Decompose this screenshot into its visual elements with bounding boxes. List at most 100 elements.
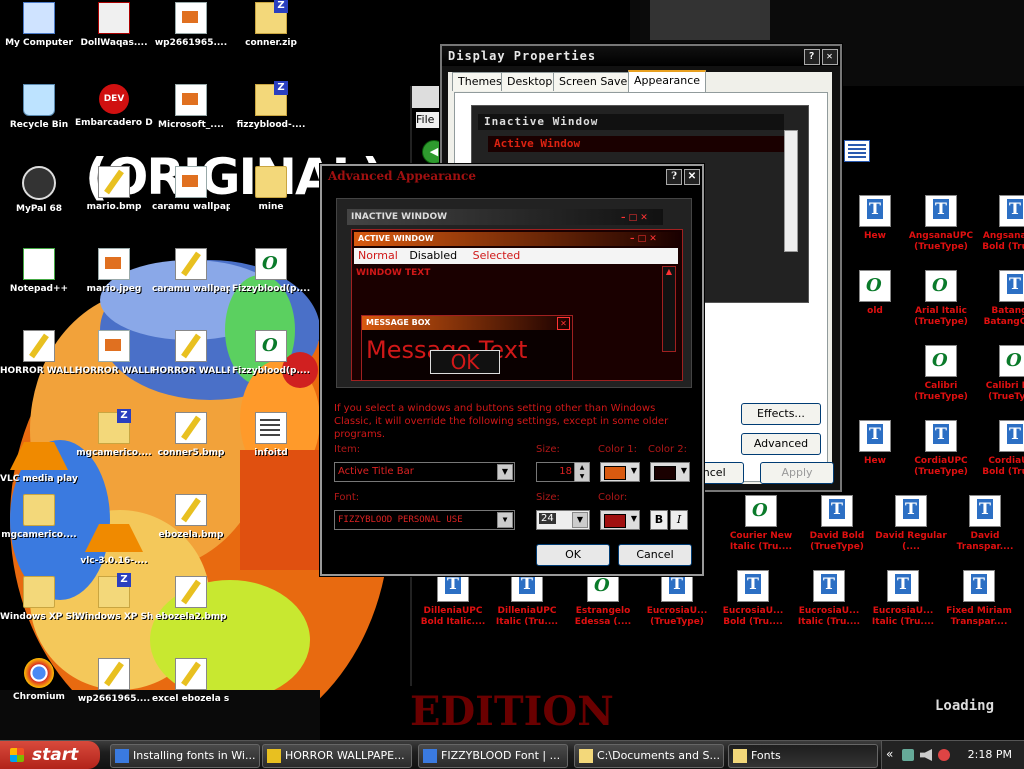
italic-button[interactable]: I — [670, 510, 688, 530]
font-file-item[interactable]: Courier New Italic (Tru.... — [724, 495, 798, 561]
font-t-icon — [737, 570, 769, 602]
text-file-icon — [255, 412, 287, 444]
font-color-picker[interactable]: ▼ — [600, 510, 640, 530]
font-file-item[interactable]: Calibri (TrueType) — [904, 345, 978, 411]
desktop-icon[interactable]: Windows XP Shipping Tool — [0, 576, 78, 642]
desktop-icon[interactable]: mgcamerico.... — [75, 409, 153, 478]
network-icon[interactable] — [902, 749, 914, 761]
view-details-icon[interactable] — [844, 140, 870, 162]
desktop-icon[interactable]: mgcamerico.... — [0, 494, 78, 560]
desktop-icon[interactable]: caramu wallpaper.... — [152, 248, 230, 314]
tray-expand-icon[interactable]: « — [886, 747, 893, 761]
desktop-icon[interactable]: excel ebozela smoking.o.... — [152, 658, 230, 724]
desktop-icon[interactable]: Fizzyblood(p.... — [232, 248, 310, 314]
desktop-icon[interactable]: Windows XP Shipping.... — [75, 573, 153, 642]
desktop-icon[interactable]: HORROR WALLPAP.... — [152, 330, 230, 396]
desktop-icon[interactable]: wp2661965.... — [152, 2, 230, 68]
desktop-icon[interactable]: Microsoft_.... — [152, 84, 230, 150]
font-file-item[interactable]: Hew — [838, 195, 912, 261]
tab-themes[interactable]: Themes — [452, 72, 508, 91]
desktop-icon[interactable]: My Computer — [0, 2, 78, 68]
apply-button[interactable]: Apply — [760, 462, 834, 484]
file-menu[interactable]: File — [416, 112, 442, 128]
color2-picker[interactable]: ▼ — [650, 462, 690, 482]
font-file-item[interactable]: EucrosiaU... (TrueType) — [640, 570, 714, 636]
font-file-item[interactable]: Calibri Bold (TrueType) — [978, 345, 1024, 411]
tab-desktop[interactable]: Desktop — [501, 72, 559, 91]
volume-icon[interactable] — [920, 749, 932, 761]
desktop-icon-label: VLC media player — [0, 474, 78, 484]
tab-screen-saver[interactable]: Screen Saver — [553, 72, 638, 91]
font-file-label: Batang & BatangCh.... — [983, 306, 1024, 327]
font-select[interactable]: FIZZYBLOOD PERSONAL USE ▼ — [334, 510, 515, 530]
desktop-icon[interactable]: infoitd — [232, 412, 310, 478]
font-file-item[interactable]: EucrosiaU... Italic (Tru.... — [792, 570, 866, 636]
desktop-icon[interactable]: HORROR WALLPAPE.... — [75, 330, 153, 396]
size-input[interactable]: 18 — [536, 462, 576, 482]
font-file-item[interactable]: Batang & BatangCh.... — [978, 270, 1024, 336]
font-file-item[interactable]: DilleniaUPC Bold Italic.... — [416, 570, 490, 636]
font-file-item[interactable]: EucrosiaU... Italic (Tru.... — [866, 570, 940, 636]
help-icon[interactable]: ? — [666, 169, 682, 185]
font-file-item[interactable]: AngsanaUPC Bold (True.... — [978, 195, 1024, 261]
advanced-button[interactable]: Advanced — [741, 433, 821, 455]
font-file-item[interactable]: David Regular (.... — [874, 495, 948, 561]
desktop-icon[interactable]: Recycle Bin — [0, 84, 78, 150]
size-spinner[interactable]: ▲ ▼ — [574, 462, 590, 482]
ok-button[interactable]: OK — [536, 544, 610, 566]
taskbar-item[interactable]: C:\Documents and S... — [574, 744, 724, 768]
desktop-icon[interactable]: Chromium — [0, 658, 78, 724]
item-select[interactable]: Active Title Bar ▼ — [334, 462, 515, 482]
color1-picker[interactable]: ▼ — [600, 462, 640, 482]
clock[interactable]: 2:18 PM — [968, 748, 1012, 761]
chevron-down-icon[interactable]: ▼ — [572, 512, 588, 528]
taskbar-item[interactable]: FIZZYBLOOD Font | ... — [418, 744, 568, 768]
font-file-item[interactable]: CordiaUPC Bold (True.... — [978, 420, 1024, 486]
chevron-down-icon[interactable]: ▼ — [497, 464, 513, 480]
font-file-item[interactable]: CordiaUPC (TrueType) — [904, 420, 978, 486]
font-size-select[interactable]: 24 ▼ — [536, 510, 590, 530]
help-icon[interactable]: ? — [804, 49, 820, 65]
desktop-icon[interactable]: Fizzyblood(p.... — [232, 330, 310, 396]
start-button[interactable]: start — [0, 741, 100, 769]
desktop-icon[interactable]: ebozela.bmp — [152, 494, 230, 560]
desktop-icon[interactable]: VLC media player — [0, 412, 78, 484]
desktop-icon[interactable]: ebozela2.bmp — [152, 576, 230, 642]
preview-inactive-window: Inactive Window — [478, 114, 784, 130]
bold-button[interactable]: B — [650, 510, 668, 530]
taskbar-item[interactable]: Fonts — [728, 744, 878, 768]
close-icon[interactable]: ✕ — [684, 169, 700, 185]
desktop-icon[interactable]: DollWaqas.... — [75, 2, 153, 68]
desktop-icon[interactable]: fizzyblood-.... — [232, 81, 310, 150]
font-file-item[interactable]: Hew — [838, 420, 912, 486]
taskbar-item[interactable]: Installing fonts in Wi... — [110, 744, 260, 768]
font-file-item[interactable]: David Transpar.... — [948, 495, 1022, 561]
tab-appearance[interactable]: Appearance — [628, 70, 707, 93]
desktop-icon[interactable]: vlc-3.0.16-.... — [75, 494, 153, 566]
taskbar-item[interactable]: HORROR WALLPAPE... — [262, 744, 412, 768]
effects-button[interactable]: Effects... — [741, 403, 821, 425]
desktop-icon[interactable]: conner.zip — [232, 0, 310, 68]
font-file-item[interactable]: AngsanaUPC (TrueType) — [904, 195, 978, 261]
desktop-icon[interactable]: conner5.bmp — [152, 412, 230, 478]
desktop-icon[interactable]: Notepad++ — [0, 248, 78, 314]
desktop-icon[interactable]: mine — [232, 166, 310, 232]
desktop-icon[interactable]: caramu wallpaper.... — [152, 166, 230, 232]
close-icon[interactable]: ✕ — [822, 49, 838, 65]
security-icon[interactable] — [938, 749, 950, 761]
font-file-item[interactable]: Estrangelo Edessa (.... — [566, 570, 640, 636]
desktop-icon[interactable]: HORROR WALLPAPE.... — [0, 330, 78, 396]
desktop-icon[interactable]: mario.bmp — [75, 166, 153, 232]
desktop-icon[interactable]: DEV Embarcadero Dev-C++ — [75, 84, 153, 150]
desktop-icon[interactable]: wp2661965.... — [75, 658, 153, 724]
font-file-item[interactable]: old — [838, 270, 912, 336]
cancel-button[interactable]: Cancel — [618, 544, 692, 566]
font-file-item[interactable]: DilleniaUPC Italic (Tru.... — [490, 570, 564, 636]
desktop-icon[interactable]: MyPal 68 — [0, 166, 78, 232]
font-file-item[interactable]: Arial Italic (TrueType) — [904, 270, 978, 336]
font-file-item[interactable]: EucrosiaU... Bold (Tru.... — [716, 570, 790, 636]
desktop-icon[interactable]: mario.jpeg — [75, 248, 153, 314]
chevron-down-icon[interactable]: ▼ — [497, 512, 513, 528]
font-file-item[interactable]: David Bold (TrueType) — [800, 495, 874, 561]
font-file-item[interactable]: Fixed Miriam Transpar.... — [942, 570, 1016, 636]
